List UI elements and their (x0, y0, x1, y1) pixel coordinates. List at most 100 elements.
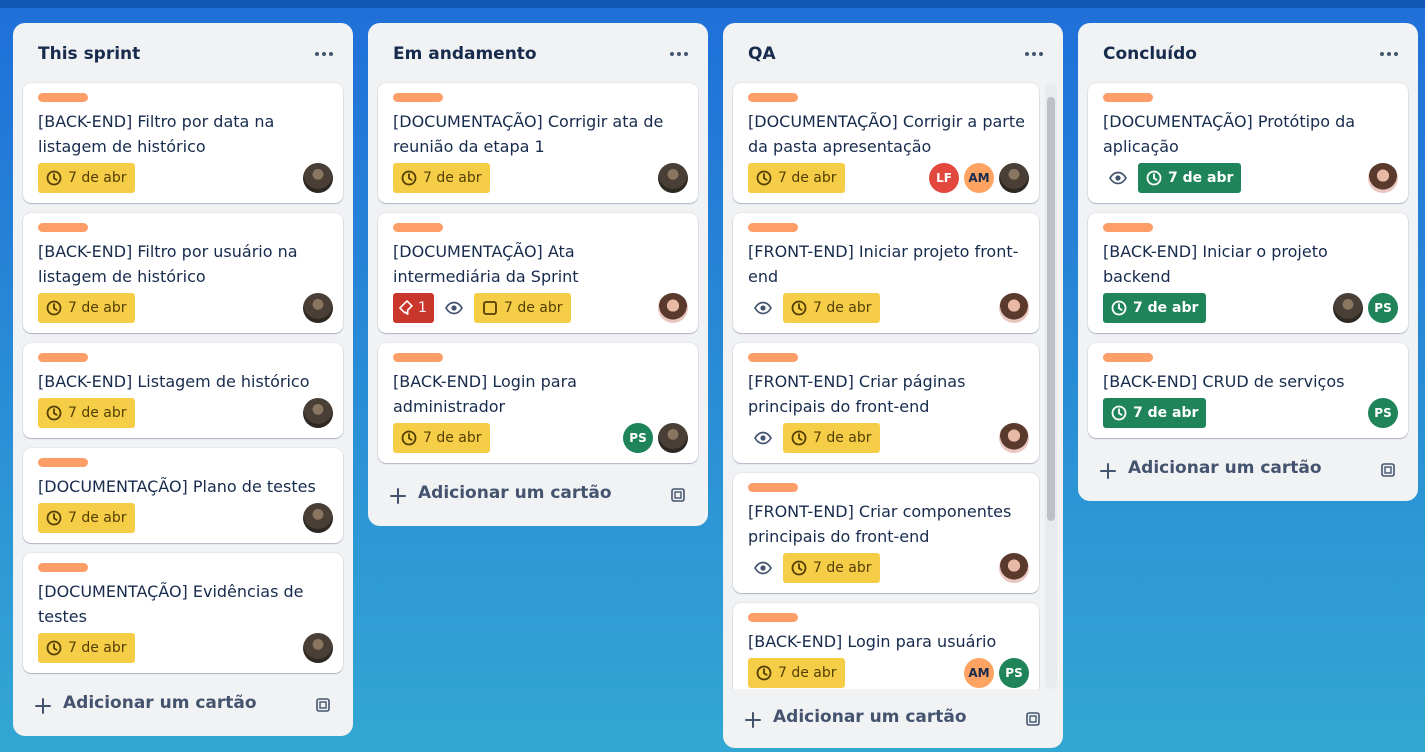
avatar[interactable] (303, 503, 333, 533)
due-date-badge[interactable]: 7 de abr (748, 163, 845, 193)
card-label[interactable] (38, 93, 88, 102)
avatar[interactable] (999, 293, 1029, 323)
card-label[interactable] (748, 613, 798, 622)
due-date-badge[interactable]: 7 de abr (38, 503, 135, 533)
add-card-button[interactable]: Adicionar um cartão (33, 691, 257, 721)
more-icon[interactable] (315, 52, 333, 58)
card[interactable]: [BACK-END] Filtro por data na listagem d… (23, 83, 343, 203)
avatar[interactable]: PS (623, 423, 653, 453)
add-card-label: Adicionar um cartão (1128, 458, 1322, 478)
card[interactable]: [BACK-END] Login para administrador 7 de… (378, 343, 698, 463)
due-date-badge[interactable]: 7 de abr (474, 293, 571, 323)
more-icon[interactable] (670, 52, 688, 58)
card-label[interactable] (748, 223, 798, 232)
card-label[interactable] (393, 93, 443, 102)
avatar[interactable] (1333, 293, 1363, 323)
add-card-button[interactable]: Adicionar um cartão (388, 481, 612, 511)
card-label[interactable] (38, 458, 88, 467)
card-label[interactable] (748, 353, 798, 362)
card[interactable]: [BACK-END] CRUD de serviços 7 de abr PS (1088, 343, 1408, 438)
card-label[interactable] (1103, 223, 1153, 232)
add-card-button[interactable]: Adicionar um cartão (743, 705, 967, 735)
card[interactable]: [BACK-END] Login para usuário 7 de abr A… (733, 603, 1039, 689)
due-date-text: 7 de abr (813, 560, 872, 576)
due-date-badge[interactable]: 7 de abr (783, 423, 880, 453)
card[interactable]: [FRONT-END] Criar páginas principais do … (733, 343, 1039, 463)
card[interactable]: [DOCUMENTAÇÃO] Plano de testes 7 de abr (23, 448, 343, 543)
avatar[interactable]: PS (1368, 398, 1398, 428)
plus-icon (745, 712, 761, 728)
due-date-badge-complete[interactable]: 7 de abr (1103, 293, 1207, 323)
template-icon[interactable] (314, 696, 332, 714)
avatar[interactable]: AM (964, 163, 994, 193)
list-title[interactable]: This sprint (38, 44, 140, 64)
avatar[interactable]: PS (999, 658, 1029, 688)
due-date-badge[interactable]: 7 de abr (393, 163, 490, 193)
template-icon[interactable] (1024, 710, 1042, 728)
avatar[interactable] (303, 398, 333, 428)
scrollbar-thumb[interactable] (1047, 97, 1055, 521)
clock-icon (791, 560, 807, 576)
template-icon[interactable] (669, 486, 687, 504)
list-title[interactable]: Em andamento (393, 44, 537, 64)
due-date-badge[interactable]: 7 de abr (38, 633, 135, 663)
due-date-badge[interactable]: 7 de abr (38, 398, 135, 428)
add-card-button[interactable]: Adicionar um cartão (1098, 456, 1322, 486)
avatar[interactable]: PS (1368, 293, 1398, 323)
card[interactable]: [DOCUMENTAÇÃO] Evidências de testes 7 de… (23, 553, 343, 673)
avatar[interactable] (1368, 163, 1398, 193)
eye-icon[interactable] (753, 558, 773, 578)
avatar[interactable] (658, 163, 688, 193)
more-icon[interactable] (1380, 52, 1398, 58)
card[interactable]: [BACK-END] Listagem de histórico 7 de ab… (23, 343, 343, 438)
avatar[interactable] (999, 553, 1029, 583)
template-icon[interactable] (1379, 461, 1397, 479)
card-label[interactable] (748, 483, 798, 492)
card[interactable]: [DOCUMENTAÇÃO] Ata intermediária da Spri… (378, 213, 698, 333)
card-label[interactable] (748, 93, 798, 102)
due-date-badge[interactable]: 7 de abr (783, 553, 880, 583)
eye-icon[interactable] (753, 428, 773, 448)
card[interactable]: [BACK-END] Iniciar o projeto backend 7 d… (1088, 213, 1408, 333)
avatar[interactable] (303, 293, 333, 323)
due-date-badge-complete[interactable]: 7 de abr (1138, 163, 1242, 193)
due-date-badge[interactable]: 7 de abr (38, 293, 135, 323)
card-label[interactable] (393, 223, 443, 232)
avatar[interactable] (658, 423, 688, 453)
list-scrollbar[interactable] (1045, 83, 1057, 689)
list-header: Em andamento (368, 23, 708, 83)
avatar[interactable]: AM (964, 658, 994, 688)
avatar[interactable]: LF (929, 163, 959, 193)
eye-icon[interactable] (753, 298, 773, 318)
card-label[interactable] (38, 353, 88, 362)
card[interactable]: [DOCUMENTAÇÃO] Corrigir a parte da pasta… (733, 83, 1039, 203)
card-label[interactable] (38, 223, 88, 232)
avatar[interactable] (999, 423, 1029, 453)
card-title: [DOCUMENTAÇÃO] Corrigir ata de reunião d… (393, 112, 664, 156)
avatar[interactable] (303, 633, 333, 663)
card[interactable]: [FRONT-END] Iniciar projeto front-end 7 … (733, 213, 1039, 333)
due-date-badge[interactable]: 7 de abr (783, 293, 880, 323)
card-label[interactable] (38, 563, 88, 572)
clock-icon (46, 300, 62, 316)
due-date-badge[interactable]: 7 de abr (748, 658, 845, 688)
card[interactable]: [BACK-END] Filtro por usuário na listage… (23, 213, 343, 333)
due-date-badge[interactable]: 7 de abr (38, 163, 135, 193)
due-date-badge-complete[interactable]: 7 de abr (1103, 398, 1207, 428)
eye-icon[interactable] (444, 298, 464, 318)
card[interactable]: [DOCUMENTAÇÃO] Corrigir ata de reunião d… (378, 83, 698, 203)
card-label[interactable] (393, 353, 443, 362)
card-label[interactable] (1103, 353, 1153, 362)
avatar[interactable] (999, 163, 1029, 193)
avatar[interactable] (303, 163, 333, 193)
clock-icon (756, 665, 772, 681)
avatar[interactable] (658, 293, 688, 323)
card-label[interactable] (1103, 93, 1153, 102)
add-card-label: Adicionar um cartão (418, 483, 612, 503)
comment-badge[interactable]: 1 (393, 293, 434, 323)
list-title[interactable]: Concluído (1103, 44, 1197, 64)
card[interactable]: [DOCUMENTAÇÃO] Protótipo da aplicação 7 … (1088, 83, 1408, 203)
due-date-badge[interactable]: 7 de abr (393, 423, 490, 453)
eye-icon[interactable] (1108, 168, 1128, 188)
card[interactable]: [FRONT-END] Criar componentes principais… (733, 473, 1039, 593)
